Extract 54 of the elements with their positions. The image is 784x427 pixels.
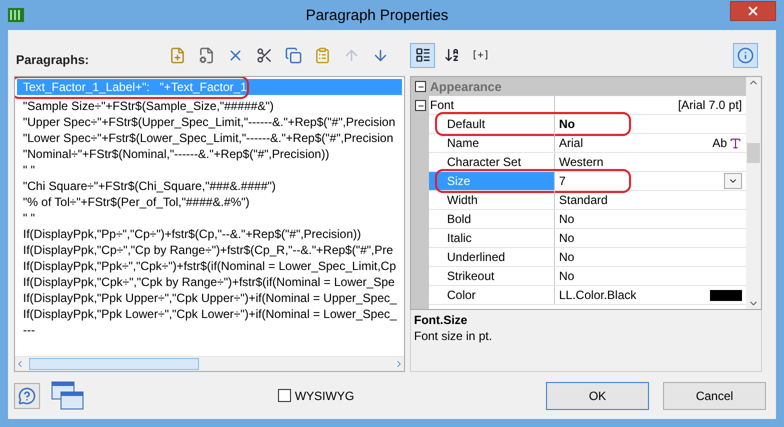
property-row[interactable]: Default No [429,115,746,134]
paragraphs-label: Paragraphs: [15,53,89,69]
paragraph-line[interactable]: "Lower Spec÷"+Fstr$(Lower_Spec_Limit,"------&."+Rep$("#",Precision [17,130,402,146]
cancel-button[interactable]: Cancel [663,382,766,410]
property-row[interactable]: Name Arial Ab [429,134,746,153]
property-name[interactable]: Italic [429,229,555,247]
property-row[interactable]: Size 7 [429,172,746,191]
paragraph-line[interactable]: " " [17,162,402,178]
paragraph-line[interactable]: If(DisplayPpk,"Cp÷","Cp by Range÷")+fstr$(Cp_R,"--&."+Rep$("#",Pre [17,242,402,258]
font-preview-text[interactable]: Ab [712,136,727,150]
paragraph-line[interactable]: If(DisplayPpk,"Ppk Upper÷","Cpk Upper÷")+if(Nominal = Upper_Spec_ [17,290,402,306]
description-text: Font size in pt. [414,329,494,343]
property-name[interactable]: Color [429,286,555,304]
ok-button[interactable]: OK [546,382,649,410]
property-value[interactable]: 7 [559,174,566,188]
paragraph-line[interactable]: "Upper Spec÷"+FStr$(Upper_Spec_Limit,"------&."+Rep$("#",Precision [17,114,402,130]
property-name[interactable]: Width [429,191,555,209]
property-value[interactable]: No [559,231,574,245]
paragraph-line[interactable]: "% of Tol÷"+FStr$(Per_of_Tol,"####&.#%") [17,194,402,210]
property-name[interactable]: Character Set [429,153,555,171]
property-value[interactable]: Standard [559,193,608,207]
description-title: Font.Size [414,313,468,327]
property-name[interactable]: Name [429,134,555,152]
property-value[interactable]: LL.Color.Black [559,288,636,302]
property-row[interactable]: Bold No [429,210,746,229]
property-row[interactable]: Italic No [429,229,746,248]
property-row[interactable]: Strikeout No [429,267,746,286]
paragraph-line[interactable]: "Nominal÷"+FStr$(Nominal,"------&."+Rep$("#",Precision)) [17,146,402,162]
property-value[interactable]: No [559,269,574,283]
property-value[interactable]: No [559,250,574,264]
property-row[interactable]: Color LL.Color.Black [429,286,746,305]
property-value[interactable]: Arial [559,136,584,150]
property-name[interactable]: Strikeout [429,267,555,285]
paragraph-line[interactable]: " " [17,210,402,226]
paragraph-line[interactable]: If(DisplayPpk,"Cpk÷","Cpk by Range÷")+fstr$(if(Nominal = Lower_Spe [17,274,402,290]
paragraph-line[interactable]: --- [17,322,402,338]
property-row[interactable]: Underlined No [429,248,746,267]
property-value[interactable]: No [559,117,575,131]
window-title: Paragraph Properties [304,6,450,24]
property-row[interactable]: Width Standard [429,191,746,210]
property-value[interactable]: Western [559,155,604,169]
property-name[interactable]: Default [429,115,555,133]
paragraph-line[interactable]: If(DisplayPpk,"Ppk÷","Cpk÷")+fstr$(if(Nominal = Lower_Spec_Limit,Cp [17,258,402,274]
expand-all-button[interactable]: [+] [468,42,493,68]
property-name[interactable]: Underlined [429,248,555,266]
wysiwyg-checkbox[interactable]: WYSIWYG [278,388,354,402]
paragraph-line[interactable]: "Chi Square÷"+FStr$(Chi_Square,"###&.####") [17,178,402,194]
paragraph-line[interactable]: If(DisplayPpk,"Ppk Lower÷","Cpk Lower÷")+if(Nominal = Lower_Spec_ [17,306,402,322]
property-value: [Arial 7.0 pt] [678,98,742,112]
property-value[interactable]: No [559,212,574,226]
property-name: Font [429,96,555,114]
paragraph-line[interactable]: "Sample Size÷"+FStr$(Sample_Size,"#####&") [17,98,402,114]
paragraph-line[interactable]: If(DisplayPpk,"Pp÷","Cp÷")+fstr$(Cp,"--&."+Rep$("#",Precision)) [17,226,402,242]
property-name[interactable]: Bold [429,210,555,228]
